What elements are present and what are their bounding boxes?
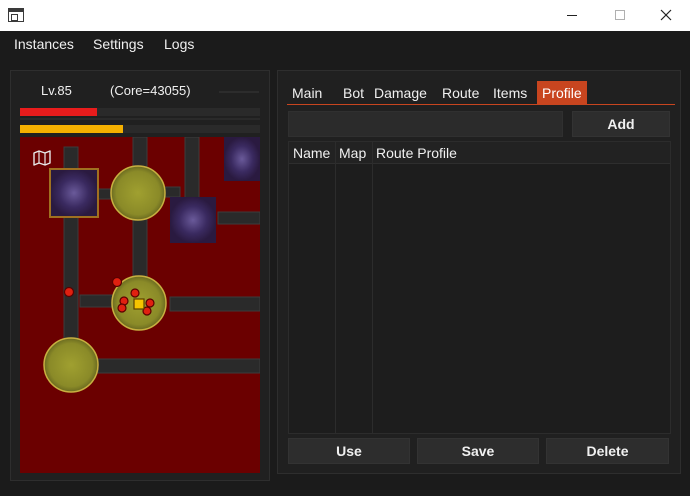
minimap-drawing — [43, 137, 260, 393]
column-divider — [335, 142, 336, 433]
minimap[interactable] — [20, 137, 260, 473]
column-header-map[interactable]: Map — [335, 142, 366, 164]
tab-damage[interactable]: Damage — [369, 81, 432, 105]
close-icon — [660, 9, 672, 21]
main-panel: Main Bot Damage Route Items Profile Add … — [277, 70, 681, 474]
tab-route[interactable]: Route — [437, 81, 484, 105]
profile-table[interactable]: Name Map Route Profile — [288, 141, 671, 434]
maximize-button[interactable] — [597, 0, 643, 31]
app-window-icon — [8, 8, 24, 22]
tab-bar: Main Bot Damage Route Items Profile — [287, 81, 675, 105]
exp-bar — [20, 125, 260, 133]
maximize-icon — [615, 10, 625, 20]
menu-instances[interactable]: Instances — [14, 36, 74, 52]
column-header-name[interactable]: Name — [289, 142, 330, 164]
delete-button[interactable]: Delete — [546, 438, 669, 464]
map-icon[interactable] — [32, 149, 52, 167]
menu-bar: Instances Settings Logs — [0, 31, 690, 58]
minimap-player — [133, 298, 145, 310]
close-button[interactable] — [643, 0, 689, 31]
exp-bar-fill — [20, 125, 124, 133]
tab-bot[interactable]: Bot — [338, 81, 369, 105]
tab-profile[interactable]: Profile — [537, 81, 587, 105]
profile-table-header: Name Map Route Profile — [289, 142, 670, 164]
hp-bar — [20, 108, 260, 116]
core-label: (Core=43055) — [110, 83, 191, 98]
column-divider — [372, 142, 373, 433]
level-label: Lv.85 — [41, 83, 72, 98]
title-bar — [0, 0, 690, 31]
tab-items[interactable]: Items — [488, 81, 532, 105]
bar-divider — [20, 118, 260, 120]
save-button[interactable]: Save — [417, 438, 539, 464]
add-button[interactable]: Add — [572, 111, 670, 137]
minimize-button[interactable] — [549, 0, 595, 31]
character-panel: Lv.85 (Core=43055) — [10, 70, 270, 481]
header-divider — [219, 91, 259, 93]
menu-logs[interactable]: Logs — [164, 36, 194, 52]
column-header-route-profile[interactable]: Route Profile — [372, 142, 457, 164]
use-button[interactable]: Use — [288, 438, 410, 464]
profile-name-input[interactable] — [288, 111, 563, 137]
hp-bar-fill — [20, 108, 97, 116]
tab-main[interactable]: Main — [287, 81, 327, 105]
menu-settings[interactable]: Settings — [93, 36, 144, 52]
minimize-icon — [567, 15, 577, 16]
